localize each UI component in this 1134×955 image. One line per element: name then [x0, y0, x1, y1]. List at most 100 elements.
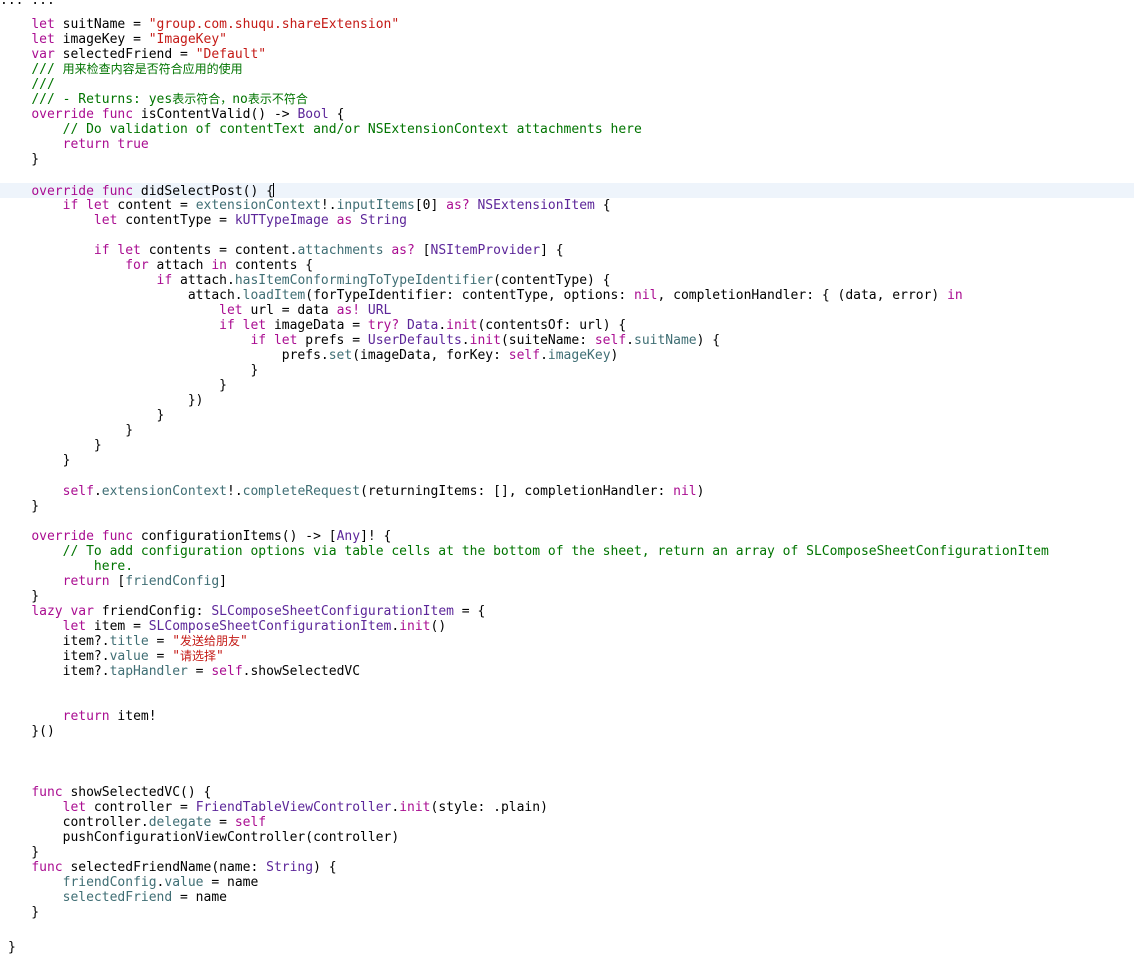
- code-line[interactable]: // Do validation of contentText and/or N…: [0, 122, 1134, 137]
- code-token: !.: [320, 197, 337, 213]
- code-line[interactable]: [0, 694, 1134, 709]
- code-token: [: [109, 573, 126, 589]
- code-line[interactable]: controller.delegate = self: [0, 815, 1134, 830]
- code-token: [0]: [414, 197, 447, 213]
- code-line[interactable]: }: [0, 363, 1134, 378]
- code-token: isContentValid() ->: [133, 107, 298, 123]
- code-token: UserDefaults: [367, 333, 462, 349]
- code-line[interactable]: override func configurationItems() -> [A…: [0, 529, 1134, 544]
- code-token: 请选择: [180, 649, 217, 664]
- code-line[interactable]: }: [0, 378, 1134, 393]
- code-line[interactable]: friendConfig.value = name: [0, 875, 1134, 890]
- code-line[interactable]: prefs.set(imageData, forKey: self.imageK…: [0, 348, 1134, 363]
- code-line[interactable]: let contentType = kUTTypeImage as String: [0, 213, 1134, 228]
- code-line[interactable]: /// - Returns: yes表示符合，no表示不符合: [0, 92, 1134, 107]
- code-line[interactable]: [0, 754, 1134, 769]
- code-line[interactable]: }(): [0, 724, 1134, 739]
- code-line[interactable]: return [friendConfig]: [0, 574, 1134, 589]
- code-line[interactable]: lazy var friendConfig: SLComposeSheetCon…: [0, 604, 1134, 619]
- code-token: nil: [673, 483, 697, 499]
- code-line[interactable]: }: [0, 152, 1134, 167]
- code-line[interactable]: here.: [0, 559, 1134, 574]
- code-token: .: [391, 799, 400, 815]
- code-token: contents = content.: [140, 242, 298, 258]
- code-line[interactable]: let url = data as! URL: [0, 303, 1134, 318]
- code-token: if: [250, 333, 267, 349]
- code-token: controller.: [0, 814, 149, 830]
- code-token: Bool: [297, 107, 329, 123]
- code-line[interactable]: [0, 168, 1134, 183]
- code-line[interactable]: item?.title = "发送给朋友": [0, 634, 1134, 649]
- code-line[interactable]: let item = SLComposeSheetConfigurationIt…: [0, 619, 1134, 634]
- code-token: ]: [219, 573, 227, 589]
- code-line[interactable]: if let contents = content.attachments as…: [0, 243, 1134, 258]
- code-token: NSItemProvider: [430, 242, 541, 258]
- code-line[interactable]: return item!: [0, 709, 1134, 724]
- code-token: override: [31, 528, 94, 544]
- code-token: = name: [172, 889, 227, 905]
- code-token: return: [62, 137, 110, 153]
- code-line[interactable]: /// 用来检查内容是否符合应用的使用: [0, 62, 1134, 77]
- code-token: (returningItems: [], completionHandler:: [360, 483, 674, 499]
- code-line[interactable]: let suitName = "group.com.shuqu.shareExt…: [0, 17, 1134, 32]
- code-token: contents {: [227, 257, 314, 273]
- code-line[interactable]: if let prefs = UserDefaults.init(suiteNa…: [0, 333, 1134, 348]
- code-line[interactable]: let imageKey = "ImageKey": [0, 32, 1134, 47]
- code-token: ///: [31, 62, 63, 78]
- code-line[interactable]: }: [0, 845, 1134, 860]
- code-line[interactable]: self.extensionContext!.completeRequest(r…: [0, 484, 1134, 499]
- code-token: url = data: [242, 302, 337, 318]
- code-line[interactable]: [0, 228, 1134, 243]
- code-line[interactable]: [0, 739, 1134, 754]
- code-line[interactable]: func showSelectedVC() {: [0, 785, 1134, 800]
- code-line[interactable]: [0, 770, 1134, 785]
- code-token: }: [0, 378, 227, 394]
- code-line[interactable]: func selectedFriendName(name: String) {: [0, 860, 1134, 875]
- code-token: extensionContext: [101, 483, 227, 499]
- code-line[interactable]: }: [0, 438, 1134, 453]
- code-line[interactable]: [0, 514, 1134, 529]
- code-line[interactable]: }: [0, 905, 1134, 920]
- code-line[interactable]: }): [0, 393, 1134, 408]
- code-line[interactable]: }: [0, 408, 1134, 423]
- code-line[interactable]: ///: [0, 77, 1134, 92]
- code-line[interactable]: [0, 679, 1134, 694]
- code-line[interactable]: for attach in contents {: [0, 258, 1134, 273]
- code-line[interactable]: var selectedFriend = "Default": [0, 47, 1134, 62]
- code-line[interactable]: item?.value = "请选择": [0, 649, 1134, 664]
- code-line[interactable]: }: [0, 423, 1134, 438]
- code-line[interactable]: }: [0, 499, 1134, 514]
- code-line[interactable]: if attach.hasItemConformingToTypeIdentif…: [0, 273, 1134, 288]
- code-line[interactable]: override func isContentValid() -> Bool {: [0, 107, 1134, 122]
- code-token: attach.: [172, 272, 235, 288]
- code-line[interactable]: if let imageData = try? Data.init(conten…: [0, 318, 1134, 333]
- code-token: if: [93, 242, 110, 258]
- code-line[interactable]: }: [0, 589, 1134, 604]
- code-line[interactable]: // To add configuration options via tabl…: [0, 544, 1134, 559]
- code-line[interactable]: let controller = FriendTableViewControll…: [0, 800, 1134, 815]
- code-line[interactable]: item?.tapHandler = self.showSelectedVC: [0, 664, 1134, 679]
- code-line[interactable]: attach.loadItem(forTypeIdentifier: conte…: [0, 288, 1134, 303]
- code-line[interactable]: selectedFriend = name: [0, 890, 1134, 905]
- code-line[interactable]: if let content = extensionContext!.input…: [0, 198, 1134, 213]
- code-line[interactable]: }: [0, 453, 1134, 468]
- code-token: }: [0, 453, 71, 469]
- code-token: let: [242, 318, 267, 333]
- code-line[interactable]: override func didSelectPost() {: [0, 182, 1134, 199]
- code-line[interactable]: return true: [0, 137, 1134, 152]
- code-editor[interactable]: ... ... } let suitName = "group.com.shuq…: [0, 0, 1134, 955]
- code-line[interactable]: pushConfigurationViewController(controll…: [0, 830, 1134, 845]
- code-token: func: [31, 859, 63, 875]
- code-token: 发送给朋友: [180, 634, 241, 649]
- code-token: imageData =: [266, 318, 368, 333]
- code-token: ]! {: [360, 528, 392, 544]
- code-token: init: [399, 619, 431, 634]
- code-line[interactable]: [0, 469, 1134, 484]
- code-token: init: [446, 318, 478, 333]
